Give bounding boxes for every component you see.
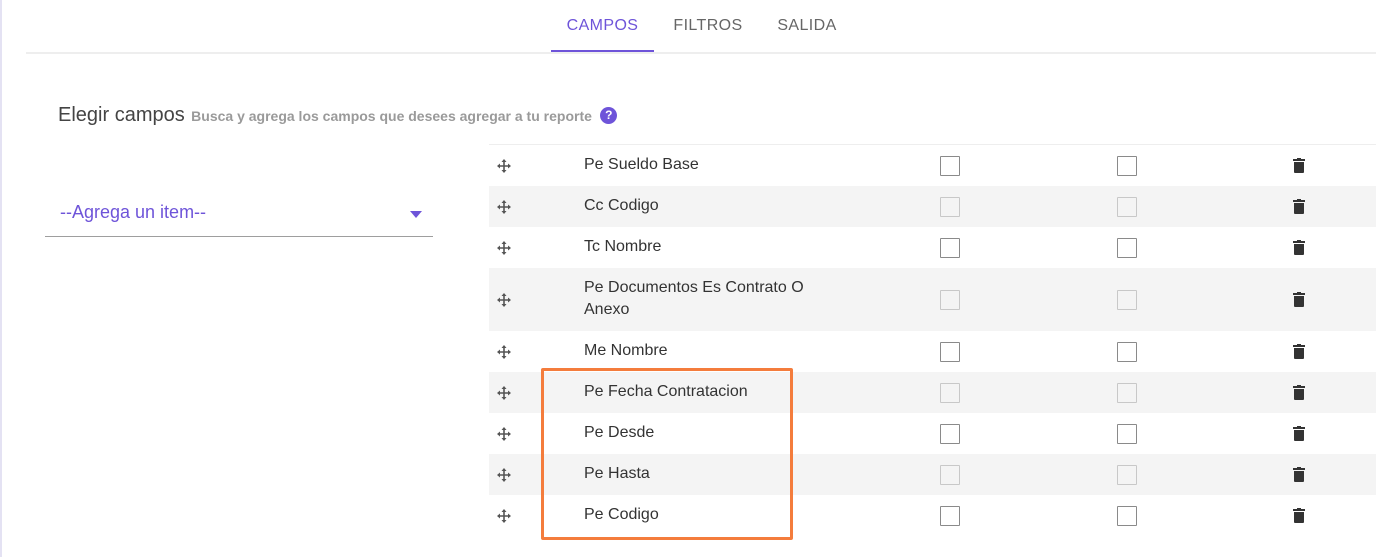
table-row: Me Nombre: [489, 331, 1376, 372]
field-name: Pe Fecha Contratacion: [584, 383, 748, 400]
move-icon[interactable]: [496, 426, 512, 442]
field-name: Pe Documentos Es Contrato O Anexo: [584, 279, 804, 318]
field-checkbox-1[interactable]: [940, 237, 960, 258]
trash-icon[interactable]: [1293, 384, 1305, 400]
tab-filtros[interactable]: FILTROS: [664, 0, 752, 52]
trash-icon[interactable]: [1293, 507, 1305, 523]
move-icon[interactable]: [496, 199, 512, 215]
add-item-placeholder: --Agrega un item--: [60, 202, 207, 222]
trash-icon[interactable]: [1293, 239, 1305, 255]
field-checkbox-2[interactable]: [1117, 237, 1137, 258]
section-title: Elegir campos: [58, 104, 185, 126]
table-row: Cc Codigo: [489, 186, 1376, 227]
move-icon[interactable]: [496, 158, 512, 174]
field-checkbox-2[interactable]: [1117, 423, 1137, 444]
field-checkbox-2[interactable]: [1117, 464, 1137, 485]
table-row: Tc Nombre: [489, 227, 1376, 268]
table-row: Pe Hasta: [489, 454, 1376, 495]
trash-icon[interactable]: [1293, 157, 1305, 173]
field-name: Pe Sueldo Base: [584, 156, 699, 173]
field-name: Pe Desde: [584, 424, 655, 441]
table-row: Pe Fecha Contratacion: [489, 372, 1376, 413]
table-row: Pe Sueldo Base: [489, 145, 1376, 186]
left-edge: [0, 0, 2, 557]
field-checkbox-1[interactable]: [940, 341, 960, 362]
trash-icon[interactable]: [1293, 198, 1305, 214]
tab-salida[interactable]: SALIDA: [766, 0, 848, 52]
table-row: Pe Documentos Es Contrato O Anexo: [489, 268, 1376, 331]
field-name: Tc Nombre: [584, 238, 662, 255]
fields-table: Pe Sueldo Base Cc Codigo Tc Nombre Pe Do…: [489, 144, 1376, 536]
tab-campos[interactable]: CAMPOS: [551, 0, 654, 52]
field-checkbox-1[interactable]: [940, 289, 960, 310]
trash-icon[interactable]: [1293, 343, 1305, 359]
field-name: Me Nombre: [584, 342, 668, 359]
active-tab-indicator: [551, 50, 654, 52]
report-builder: CAMPOS FILTROS SALIDA Elegir campos Busc…: [0, 0, 1394, 557]
move-icon[interactable]: [496, 467, 512, 483]
tab-bar: CAMPOS FILTROS SALIDA: [26, 0, 1376, 54]
help-icon[interactable]: ?: [600, 107, 618, 124]
caret-down-icon: [410, 211, 422, 218]
field-checkbox-1[interactable]: [940, 505, 960, 526]
move-icon[interactable]: [496, 385, 512, 401]
field-checkbox-1[interactable]: [940, 464, 960, 485]
move-icon[interactable]: [496, 292, 512, 308]
section-header: Elegir campos Busca y agrega los campos …: [58, 104, 618, 127]
field-name: Pe Codigo: [584, 506, 659, 523]
field-name: Pe Hasta: [584, 465, 650, 482]
move-icon[interactable]: [496, 508, 512, 524]
add-item-select[interactable]: --Agrega un item--: [45, 196, 433, 237]
field-name: Cc Codigo: [584, 197, 659, 214]
trash-icon[interactable]: [1293, 466, 1305, 482]
field-checkbox-1[interactable]: [940, 196, 960, 217]
move-icon[interactable]: [496, 240, 512, 256]
section-hint: Busca y agrega los campos que desees agr…: [191, 108, 592, 124]
move-icon[interactable]: [496, 344, 512, 360]
trash-icon[interactable]: [1293, 291, 1305, 307]
field-checkbox-2[interactable]: [1117, 289, 1137, 310]
field-checkbox-2[interactable]: [1117, 505, 1137, 526]
field-checkbox-2[interactable]: [1117, 341, 1137, 362]
field-checkbox-2[interactable]: [1117, 155, 1137, 176]
field-checkbox-2[interactable]: [1117, 382, 1137, 403]
table-row: Pe Desde: [489, 413, 1376, 454]
field-checkbox-1[interactable]: [940, 423, 960, 444]
table-row: Pe Codigo: [489, 495, 1376, 536]
field-checkbox-2[interactable]: [1117, 196, 1137, 217]
trash-icon[interactable]: [1293, 425, 1305, 441]
field-checkbox-1[interactable]: [940, 155, 960, 176]
field-checkbox-1[interactable]: [940, 382, 960, 403]
